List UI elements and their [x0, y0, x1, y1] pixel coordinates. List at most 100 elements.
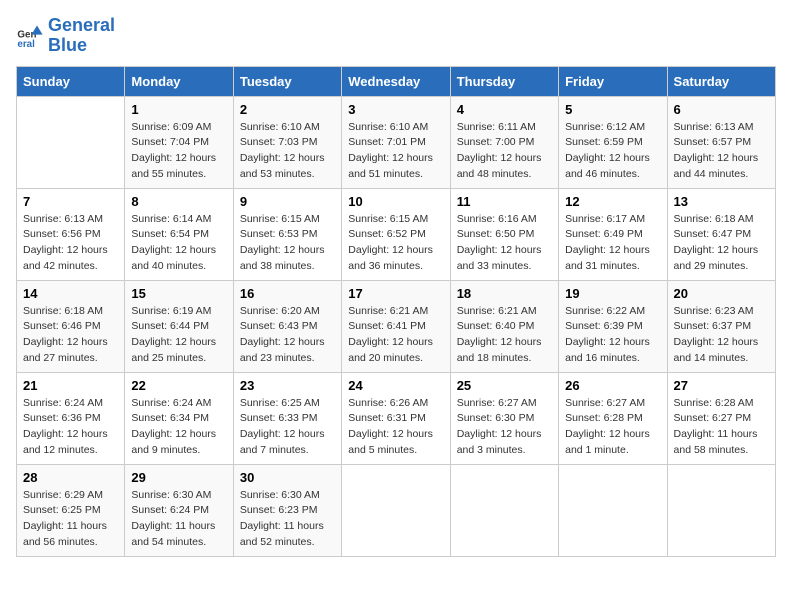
day-number: 16 — [240, 286, 335, 301]
day-info: Sunrise: 6:19 AMSunset: 6:44 PMDaylight:… — [131, 304, 226, 367]
day-info: Sunrise: 6:25 AMSunset: 6:33 PMDaylight:… — [240, 396, 335, 459]
day-number: 2 — [240, 102, 335, 117]
calendar-cell: 24Sunrise: 6:26 AMSunset: 6:31 PMDayligh… — [342, 372, 450, 464]
day-info: Sunrise: 6:16 AMSunset: 6:50 PMDaylight:… — [457, 212, 552, 275]
day-info: Sunrise: 6:15 AMSunset: 6:52 PMDaylight:… — [348, 212, 443, 275]
calendar-cell: 30 Sunrise: 6:30 AMSunset: 6:23 PMDayligh… — [233, 464, 341, 556]
calendar-table: SundayMondayTuesdayWednesdayThursdayFrid… — [16, 66, 776, 557]
calendar-cell: 20Sunrise: 6:23 AMSunset: 6:37 PMDayligh… — [667, 280, 775, 372]
calendar-cell: 17 Sunrise: 6:21 AMSunset: 6:41 PMDayligh… — [342, 280, 450, 372]
calendar-cell: 2 Sunrise: 6:10 AMSunset: 7:03 PMDaylight… — [233, 96, 341, 188]
day-info: Sunrise: 6:27 AMSunset: 6:28 PMDaylight:… — [565, 396, 660, 459]
day-number: 4 — [457, 102, 552, 117]
day-number: 8 — [131, 194, 226, 209]
day-number: 23 — [240, 378, 335, 393]
calendar-cell: 23 Sunrise: 6:25 AMSunset: 6:33 PMDayligh… — [233, 372, 341, 464]
day-number: 18 — [457, 286, 552, 301]
col-header-sunday: Sunday — [17, 66, 125, 96]
logo: Gen eral General Blue — [16, 16, 115, 56]
calendar-cell: 3 Sunrise: 6:10 AMSunset: 7:01 PMDaylight… — [342, 96, 450, 188]
day-number: 11 — [457, 194, 552, 209]
col-header-saturday: Saturday — [667, 66, 775, 96]
day-number: 10 — [348, 194, 443, 209]
day-info: Sunrise: 6:30 AMSunset: 6:24 PMDaylight:… — [131, 488, 226, 551]
day-info: Sunrise: 6:29 AMSunset: 6:25 PMDaylight:… — [23, 488, 118, 551]
calendar-cell: 14 Sunrise: 6:18 AMSunset: 6:46 PMDayligh… — [17, 280, 125, 372]
calendar-cell: 13 Sunrise: 6:18 AMSunset: 6:47 PMDayligh… — [667, 188, 775, 280]
col-header-friday: Friday — [559, 66, 667, 96]
day-info: Sunrise: 6:28 AMSunset: 6:27 PMDaylight:… — [674, 396, 769, 459]
day-number: 21 — [23, 378, 118, 393]
col-header-monday: Monday — [125, 66, 233, 96]
day-info: Sunrise: 6:18 AMSunset: 6:47 PMDaylight:… — [674, 212, 769, 275]
day-number: 7 — [23, 194, 118, 209]
day-number: 30 — [240, 470, 335, 485]
day-info: Sunrise: 6:23 AMSunset: 6:37 PMDaylight:… — [674, 304, 769, 367]
calendar-cell: 19 Sunrise: 6:22 AMSunset: 6:39 PMDayligh… — [559, 280, 667, 372]
day-info: Sunrise: 6:27 AMSunset: 6:30 PMDaylight:… — [457, 396, 552, 459]
logo-text-line2: Blue — [48, 36, 115, 56]
day-number: 25 — [457, 378, 552, 393]
calendar-cell: 15 Sunrise: 6:19 AMSunset: 6:44 PMDayligh… — [125, 280, 233, 372]
calendar-cell: 29 Sunrise: 6:30 AMSunset: 6:24 PMDayligh… — [125, 464, 233, 556]
day-info: Sunrise: 6:18 AMSunset: 6:46 PMDaylight:… — [23, 304, 118, 367]
day-number: 15 — [131, 286, 226, 301]
day-number: 19 — [565, 286, 660, 301]
day-info: Sunrise: 6:13 AMSunset: 6:56 PMDaylight:… — [23, 212, 118, 275]
day-number: 17 — [348, 286, 443, 301]
day-info: Sunrise: 6:10 AMSunset: 7:03 PMDaylight:… — [240, 120, 335, 183]
calendar-cell: 27 Sunrise: 6:28 AMSunset: 6:27 PMDayligh… — [667, 372, 775, 464]
calendar-cell: 5 Sunrise: 6:12 AMSunset: 6:59 PMDaylight… — [559, 96, 667, 188]
day-info: Sunrise: 6:15 AMSunset: 6:53 PMDaylight:… — [240, 212, 335, 275]
calendar-cell: 11 Sunrise: 6:16 AMSunset: 6:50 PMDayligh… — [450, 188, 558, 280]
day-info: Sunrise: 6:20 AMSunset: 6:43 PMDaylight:… — [240, 304, 335, 367]
calendar-cell: 25 Sunrise: 6:27 AMSunset: 6:30 PMDayligh… — [450, 372, 558, 464]
day-info: Sunrise: 6:21 AMSunset: 6:40 PMDaylight:… — [457, 304, 552, 367]
day-number: 6 — [674, 102, 769, 117]
calendar-cell: 4 Sunrise: 6:11 AMSunset: 7:00 PMDaylight… — [450, 96, 558, 188]
day-info: Sunrise: 6:24 AMSunset: 6:34 PMDaylight:… — [131, 396, 226, 459]
day-info: Sunrise: 6:10 AMSunset: 7:01 PMDaylight:… — [348, 120, 443, 183]
day-info: Sunrise: 6:26 AMSunset: 6:31 PMDaylight:… — [348, 396, 443, 459]
calendar-cell: 10 Sunrise: 6:15 AMSunset: 6:52 PMDayligh… — [342, 188, 450, 280]
day-number: 29 — [131, 470, 226, 485]
day-number: 22 — [131, 378, 226, 393]
calendar-cell: 22 Sunrise: 6:24 AMSunset: 6:34 PMDayligh… — [125, 372, 233, 464]
day-number: 9 — [240, 194, 335, 209]
day-info: Sunrise: 6:11 AMSunset: 7:00 PMDaylight:… — [457, 120, 552, 183]
col-header-thursday: Thursday — [450, 66, 558, 96]
day-number: 13 — [674, 194, 769, 209]
col-header-tuesday: Tuesday — [233, 66, 341, 96]
day-info: Sunrise: 6:12 AMSunset: 6:59 PMDaylight:… — [565, 120, 660, 183]
calendar-cell — [667, 464, 775, 556]
day-info: Sunrise: 6:30 AMSunset: 6:23 PMDaylight:… — [240, 488, 335, 551]
day-number: 3 — [348, 102, 443, 117]
calendar-cell — [559, 464, 667, 556]
day-number: 1 — [131, 102, 226, 117]
day-info: Sunrise: 6:09 AMSunset: 7:04 PMDaylight:… — [131, 120, 226, 183]
day-info: Sunrise: 6:22 AMSunset: 6:39 PMDaylight:… — [565, 304, 660, 367]
svg-text:eral: eral — [17, 39, 35, 50]
day-number: 28 — [23, 470, 118, 485]
calendar-cell: 26 Sunrise: 6:27 AMSunset: 6:28 PMDayligh… — [559, 372, 667, 464]
day-info: Sunrise: 6:13 AMSunset: 6:57 PMDaylight:… — [674, 120, 769, 183]
calendar-cell: 28 Sunrise: 6:29 AMSunset: 6:25 PMDayligh… — [17, 464, 125, 556]
calendar-cell — [17, 96, 125, 188]
day-info: Sunrise: 6:21 AMSunset: 6:41 PMDaylight:… — [348, 304, 443, 367]
col-header-wednesday: Wednesday — [342, 66, 450, 96]
day-number: 14 — [23, 286, 118, 301]
logo-text-line1: General — [48, 16, 115, 36]
calendar-cell: 7 Sunrise: 6:13 AMSunset: 6:56 PMDaylight… — [17, 188, 125, 280]
calendar-cell: 12 Sunrise: 6:17 AMSunset: 6:49 PMDayligh… — [559, 188, 667, 280]
logo-icon: Gen eral — [16, 22, 44, 50]
day-info: Sunrise: 6:14 AMSunset: 6:54 PMDaylight:… — [131, 212, 226, 275]
calendar-cell: 8 Sunrise: 6:14 AMSunset: 6:54 PMDaylight… — [125, 188, 233, 280]
day-number: 12 — [565, 194, 660, 209]
calendar-cell: 9 Sunrise: 6:15 AMSunset: 6:53 PMDaylight… — [233, 188, 341, 280]
calendar-cell: 18 Sunrise: 6:21 AMSunset: 6:40 PMDayligh… — [450, 280, 558, 372]
day-number: 5 — [565, 102, 660, 117]
calendar-cell — [450, 464, 558, 556]
day-number: 27 — [674, 378, 769, 393]
day-number: 26 — [565, 378, 660, 393]
day-info: Sunrise: 6:17 AMSunset: 6:49 PMDaylight:… — [565, 212, 660, 275]
